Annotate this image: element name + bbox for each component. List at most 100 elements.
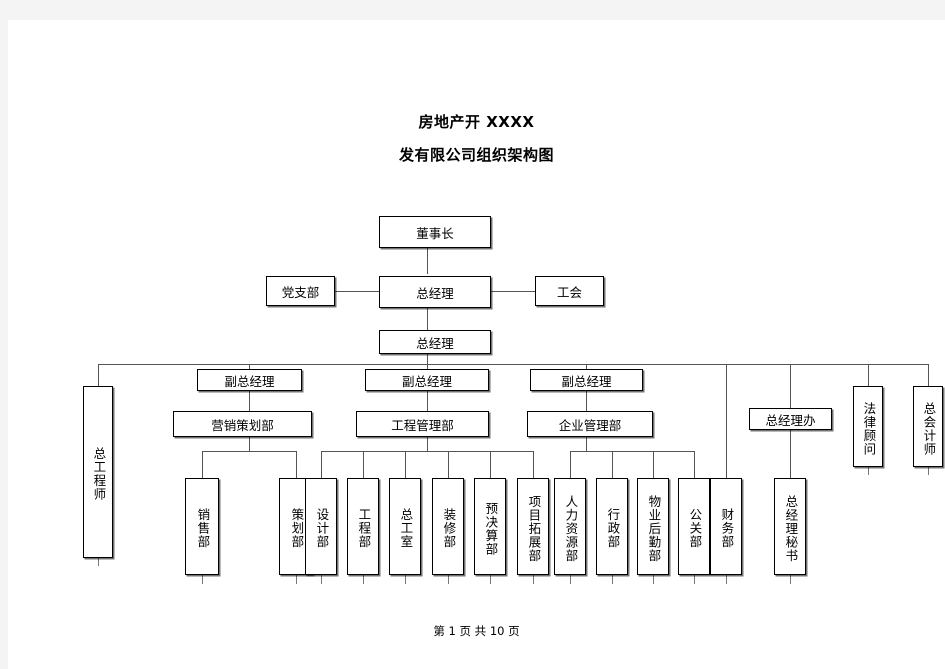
- node-labor-union[interactable]: 工会: [535, 276, 604, 306]
- node-legal-advisor[interactable]: 法律顾问: [853, 386, 883, 467]
- node-general-manager-1[interactable]: 总经理: [379, 276, 491, 308]
- drop-legal-advisor: [868, 364, 869, 386]
- node-expansion-dept[interactable]: 项目拓展部: [517, 478, 549, 575]
- stub-planning-bottom: [296, 575, 297, 584]
- drop-enterprise-bus: [586, 437, 587, 451]
- node-deputy-gm-3-label: 副总经理: [561, 373, 612, 389]
- drop-project: [363, 451, 364, 478]
- node-finance-dept-label: 财务部: [719, 508, 735, 549]
- node-hr-dept[interactable]: 人力资源部: [554, 478, 586, 575]
- drop-pr: [694, 451, 695, 478]
- node-party-branch[interactable]: 党支部: [266, 276, 335, 306]
- node-pr-dept-label: 公关部: [687, 508, 703, 549]
- stub-decoration-bottom: [448, 575, 449, 584]
- drop-design: [321, 451, 322, 478]
- node-hr-dept-label: 人力资源部: [563, 494, 579, 563]
- node-marketing-dept[interactable]: 营销策划部: [173, 411, 312, 437]
- document-page: 房地产开 XXXX 发有限公司组织架构图 董事长 党支部 总经理 工会 总经理 …: [0, 0, 945, 669]
- node-engineering-dept[interactable]: 工程管理部: [356, 411, 489, 437]
- drop-chief-accountant: [928, 364, 929, 386]
- connector-chairman-gm1: [427, 248, 428, 274]
- drop-gm-office: [790, 364, 791, 408]
- stub-design-bottom: [321, 575, 322, 584]
- drop-property: [653, 451, 654, 478]
- node-finance-dept[interactable]: 财务部: [710, 478, 742, 575]
- drop-engineering-bus: [427, 437, 428, 451]
- stub-legal-advisor-bottom: [868, 467, 869, 475]
- bus-enterprise: [570, 451, 694, 452]
- node-deputy-gm-1[interactable]: 副总经理: [197, 369, 302, 391]
- page-footer: 第 1 页 共 10 页: [433, 624, 520, 638]
- stub-chief-eng-office-bottom: [405, 575, 406, 584]
- node-deputy-gm-2[interactable]: 副总经理: [365, 369, 489, 391]
- node-deputy-gm-1-label: 副总经理: [224, 373, 275, 389]
- stub-gm-secretary-bottom: [790, 575, 791, 584]
- stub-project-bottom: [363, 575, 364, 584]
- connector-gm2-bus: [427, 354, 428, 364]
- node-gm-secretary-label: 总经理秘书: [783, 494, 799, 563]
- node-expansion-dept-label: 项目拓展部: [526, 494, 542, 563]
- stub-chief-accountant-bottom: [928, 467, 929, 475]
- stub-expansion-bottom: [533, 575, 534, 584]
- drop-hr: [570, 451, 571, 478]
- drop-chief-engineer: [98, 364, 99, 386]
- node-property-dept[interactable]: 物业后勤部: [637, 478, 669, 575]
- node-property-dept-label: 物业后勤部: [646, 494, 662, 563]
- node-chief-engineer-office-label: 总工室: [398, 508, 414, 549]
- node-pr-dept[interactable]: 公关部: [678, 478, 710, 575]
- node-gm-office[interactable]: 总经理办: [749, 408, 832, 430]
- node-gm-secretary[interactable]: 总经理秘书: [774, 478, 806, 575]
- drop-gm-secretary: [790, 429, 791, 478]
- node-chief-engineer[interactable]: 总工程师: [83, 386, 113, 558]
- bus-marketing: [202, 451, 296, 452]
- node-budget-dept-label: 预决算部: [483, 501, 499, 556]
- node-admin-dept-label: 行政部: [605, 508, 621, 549]
- node-sales-dept[interactable]: 销售部: [185, 478, 219, 575]
- node-budget-dept[interactable]: 预决算部: [474, 478, 506, 575]
- stub-budget-bottom: [490, 575, 491, 584]
- node-general-manager-2[interactable]: 总经理: [379, 330, 491, 354]
- stub-admin-bottom: [612, 575, 613, 584]
- page-sheet: 房地产开 XXXX 发有限公司组织架构图 董事长 党支部 总经理 工会 总经理 …: [8, 20, 945, 669]
- node-legal-advisor-label: 法律顾问: [861, 401, 877, 456]
- node-sales-dept-label: 销售部: [195, 508, 211, 549]
- node-deputy-gm-2-label: 副总经理: [401, 373, 452, 389]
- node-project-dept[interactable]: 工程部: [347, 478, 379, 575]
- drop-marketing-bus: [249, 437, 250, 451]
- node-chairman[interactable]: 董事长: [379, 216, 491, 248]
- bus-engineering: [321, 451, 533, 452]
- stub-pr-bottom: [694, 575, 695, 584]
- drop-planning: [296, 451, 297, 478]
- stub-sales-bottom: [202, 575, 203, 584]
- node-chief-engineer-label: 总工程师: [91, 447, 107, 501]
- stub-chief-engineer-bottom: [98, 558, 99, 566]
- drop-decoration: [448, 451, 449, 478]
- node-design-dept[interactable]: 设计部: [305, 478, 337, 575]
- node-design-dept-label: 设计部: [314, 508, 330, 549]
- node-general-manager-1-label: 总经理: [416, 285, 454, 301]
- node-chief-accountant[interactable]: 总会计师: [913, 386, 943, 467]
- stub-hr-bottom: [570, 575, 571, 584]
- node-decoration-dept[interactable]: 装修部: [432, 478, 464, 575]
- node-labor-union-label: 工会: [556, 284, 582, 300]
- node-chief-accountant-label: 总会计师: [921, 401, 937, 456]
- drop-finance: [726, 364, 727, 478]
- node-chairman-label: 董事长: [416, 225, 454, 241]
- connector-dgm1-marketing: [249, 391, 250, 411]
- bus-level3: [98, 364, 928, 365]
- connector-gm1-gm2: [427, 308, 428, 330]
- node-enterprise-dept[interactable]: 企业管理部: [527, 411, 653, 437]
- node-chief-engineer-office[interactable]: 总工室: [389, 478, 421, 575]
- node-gm-office-label: 总经理办: [765, 412, 816, 428]
- node-project-dept-label: 工程部: [356, 508, 372, 549]
- node-enterprise-dept-label: 企业管理部: [558, 417, 622, 433]
- node-admin-dept[interactable]: 行政部: [596, 478, 628, 575]
- connector-dgm3-enterprise: [586, 391, 587, 411]
- node-party-branch-label: 党支部: [281, 284, 320, 300]
- node-deputy-gm-3[interactable]: 副总经理: [530, 369, 643, 391]
- node-planning-dept-label: 策划部: [289, 508, 305, 549]
- connector-dgm2-engineering: [427, 391, 428, 411]
- node-marketing-dept-label: 营销策划部: [211, 417, 274, 433]
- drop-sales: [202, 451, 203, 478]
- node-decoration-dept-label: 装修部: [441, 508, 457, 549]
